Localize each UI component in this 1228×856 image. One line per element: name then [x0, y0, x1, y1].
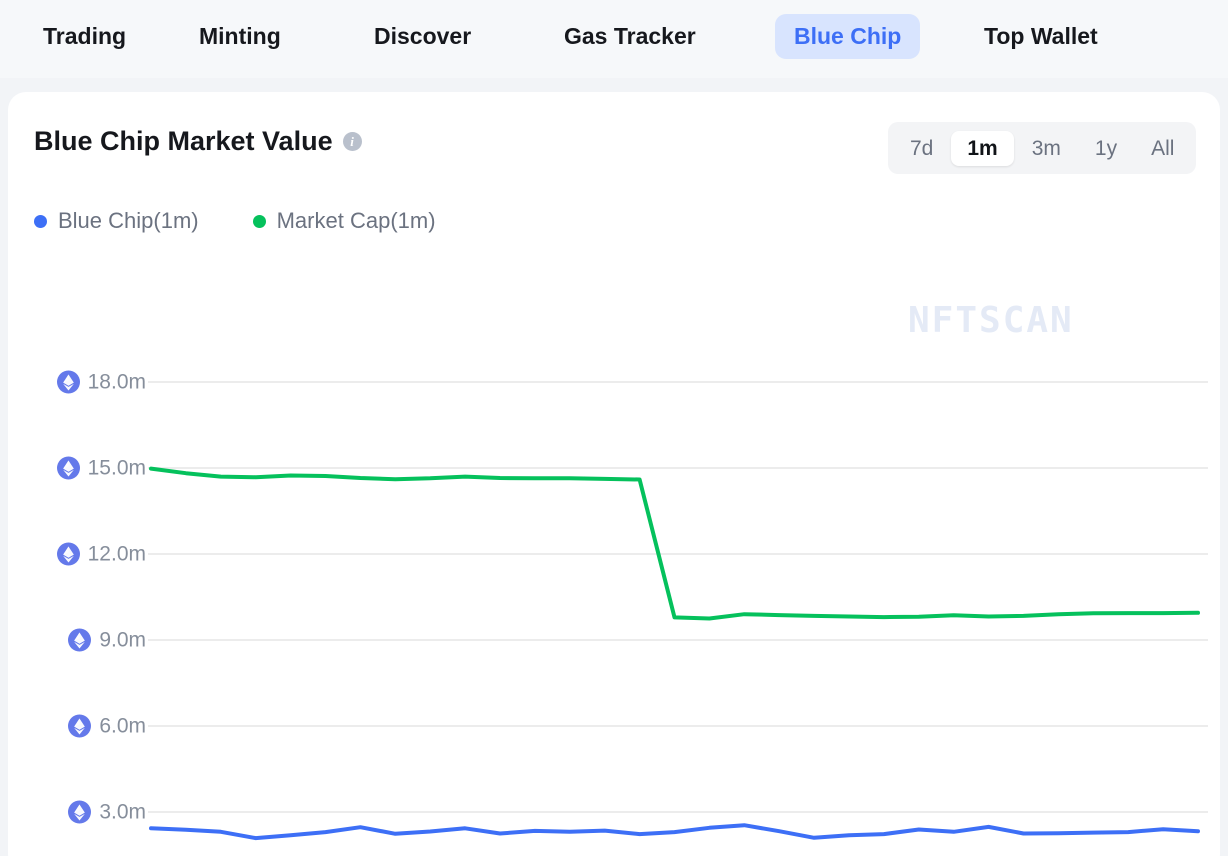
nav-item-gas-tracker[interactable]: Gas Tracker [545, 14, 715, 59]
ethereum-icon [68, 714, 92, 738]
card-header: Blue Chip Market Value i 7d 1m 3m 1y All [8, 92, 1220, 188]
ethereum-icon [68, 800, 92, 824]
y-axis-tick: 15.0m [56, 456, 146, 480]
nftscan-watermark: NFTSCAN [908, 300, 1074, 341]
time-range-selector[interactable]: 7d 1m 3m 1y All [888, 122, 1197, 174]
nav-item-blue-chip[interactable]: Blue Chip [775, 14, 921, 59]
y-axis-tick: 6.0m [68, 714, 146, 738]
nav-item-top-wallet[interactable]: Top Wallet [965, 14, 1117, 59]
y-axis-tick-label: 6.0m [99, 714, 146, 738]
y-axis-tick: 18.0m [56, 370, 146, 394]
chart-legend: Blue Chip(1m) Market Cap(1m) [34, 210, 490, 232]
top-navigation: Trading Minting Discover Gas Tracker Blue Ch… [0, 0, 1228, 78]
page-root: Trading Minting Discover Gas Tracker Blue Ch… [0, 0, 1228, 856]
blue-chip-chart-card: Blue Chip Market Value i 7d 1m 3m 1y All Blu… [8, 92, 1220, 856]
legend-dot-icon [252, 214, 266, 228]
nav-item-trading[interactable]: Trading [24, 14, 145, 59]
legend-item-blue-chip[interactable]: Blue Chip(1m) [34, 210, 199, 232]
chart-svg [148, 381, 1208, 841]
page-title: Blue Chip Market Value [34, 126, 333, 156]
range-button-3m[interactable]: 3m [1016, 131, 1077, 166]
legend-label: Blue Chip(1m) [58, 208, 199, 233]
title-wrap: Blue Chip Market Value i [34, 128, 362, 155]
nav-item-discover[interactable]: Discover [355, 14, 490, 59]
y-axis-tick-label: 18.0m [87, 370, 146, 394]
ethereum-icon [56, 456, 80, 480]
legend-item-market-cap[interactable]: Market Cap(1m) [252, 208, 436, 233]
y-axis-tick: 3.0m [68, 800, 146, 824]
nav-item-minting[interactable]: Minting [180, 14, 300, 59]
y-axis-tick: 9.0m [68, 628, 146, 652]
range-button-1m[interactable]: 1m [951, 130, 1014, 166]
legend-label: Market Cap(1m) [276, 208, 436, 233]
y-axis-tick-label: 3.0m [99, 800, 146, 824]
range-button-1y[interactable]: 1y [1079, 131, 1133, 166]
ethereum-icon [56, 370, 80, 394]
chart-plot-area: NFTSCAN 03.0m6.0m9.0m12.0m15.0m18.0m 913… [8, 92, 1220, 856]
range-button-all[interactable]: All [1135, 131, 1190, 166]
ethereum-icon [68, 628, 92, 652]
y-axis-tick: 12.0m [56, 542, 146, 566]
ethereum-icon [56, 542, 80, 566]
series-line-market-cap-m [149, 466, 1200, 621]
series-line-blue-chip-m [149, 823, 1200, 841]
y-axis-tick-label: 12.0m [87, 542, 146, 566]
range-button-7d[interactable]: 7d [894, 131, 949, 166]
y-axis-tick-label: 9.0m [99, 628, 146, 652]
info-icon[interactable]: i [342, 132, 362, 151]
legend-dot-icon [34, 214, 47, 228]
y-axis-tick-label: 15.0m [87, 456, 146, 480]
